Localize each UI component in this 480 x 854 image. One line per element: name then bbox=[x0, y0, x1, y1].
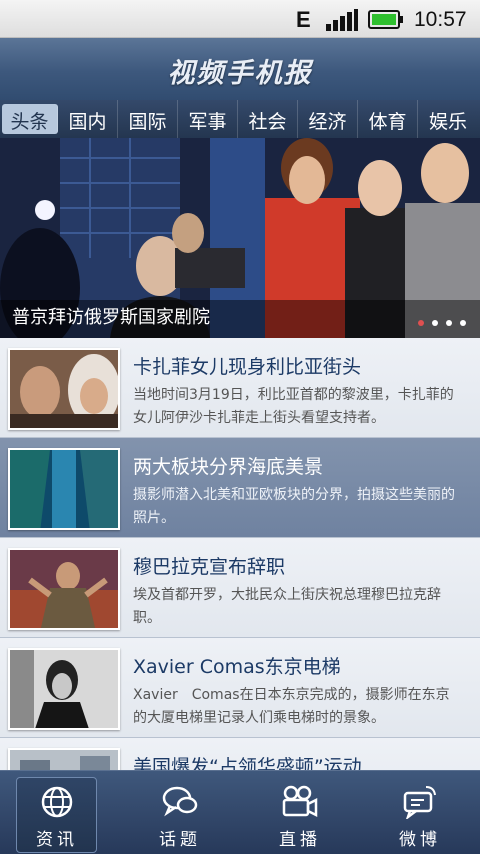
news-thumbnail bbox=[8, 648, 120, 730]
nav-label: 直播 bbox=[279, 830, 321, 850]
category-tabs: 头条 国内 国际 军事 社会 经济 体育 娱乐 bbox=[0, 100, 480, 138]
news-item[interactable]: 美国爆发“占领华盛顿”运动 bbox=[0, 738, 480, 770]
carousel-dot[interactable] bbox=[446, 320, 452, 326]
news-thumbnail bbox=[8, 448, 120, 530]
nav-news[interactable]: 资讯 bbox=[0, 771, 120, 854]
chat-bubbles-icon bbox=[162, 786, 198, 817]
news-summary: 当地时间3月19日，利比亚首都的黎波里，卡扎菲的女儿阿伊沙卡扎菲走上街头看望支持… bbox=[133, 387, 454, 426]
news-item[interactable]: 卡扎菲女儿现身利比亚街头 当地时间3月19日，利比亚首都的黎波里，卡扎菲的女儿阿… bbox=[0, 338, 480, 438]
news-title: Xavier Comas东京电梯 bbox=[133, 656, 341, 678]
news-title: 美国爆发“占领华盛顿”运动 bbox=[133, 756, 362, 770]
news-thumbnail bbox=[8, 748, 120, 770]
nav-label: 话题 bbox=[159, 830, 201, 850]
status-bar: E 10:57 bbox=[0, 0, 480, 38]
nav-live[interactable]: 直播 bbox=[240, 771, 360, 854]
news-item[interactable]: 穆巴拉克宣布辞职 埃及首都开罗，大批民众上街庆祝总理穆巴拉克辞职。 bbox=[0, 538, 480, 638]
tab-international[interactable]: 国际 bbox=[118, 100, 178, 138]
nav-microblog[interactable]: 微博 bbox=[360, 771, 480, 854]
news-item[interactable]: Xavier Comas东京电梯 Xavier Comas在日本东京完成的，摄影… bbox=[0, 638, 480, 738]
network-type-indicator: E bbox=[296, 7, 311, 32]
carousel-dot[interactable] bbox=[432, 320, 438, 326]
nav-label: 资讯 bbox=[36, 830, 78, 850]
featured-caption: 普京拜访俄罗斯国家剧院 bbox=[12, 307, 210, 328]
video-camera-icon bbox=[282, 785, 318, 818]
microblog-icon bbox=[403, 786, 436, 819]
news-title: 两大板块分界海底美景 bbox=[133, 456, 324, 478]
news-summary: 埃及首都开罗，大批民众上街庆祝总理穆巴拉克辞职。 bbox=[133, 587, 441, 626]
tab-entertainment[interactable]: 娱乐 bbox=[418, 100, 478, 138]
app-header: 视频手机报 bbox=[0, 38, 480, 100]
tab-military[interactable]: 军事 bbox=[178, 100, 238, 138]
signal-strength-icon bbox=[326, 9, 358, 31]
app-title: 视频手机报 bbox=[167, 58, 313, 89]
tab-domestic[interactable]: 国内 bbox=[58, 100, 118, 138]
news-summary: 摄影师潜入北美和亚欧板块的分界，拍摄这些美丽的照片。 bbox=[133, 487, 455, 526]
nav-topics[interactable]: 话题 bbox=[120, 771, 240, 854]
news-list[interactable]: 卡扎菲女儿现身利比亚街头 当地时间3月19日，利比亚首都的黎波里，卡扎菲的女儿阿… bbox=[0, 338, 480, 770]
bottom-navigation: 资讯 话题 直播 微博 bbox=[0, 770, 480, 854]
news-summary: Xavier Comas在日本东京完成的，摄影师在东京的大厦电梯里记录人们乘电梯… bbox=[133, 687, 450, 726]
tab-society[interactable]: 社会 bbox=[238, 100, 298, 138]
news-title: 卡扎菲女儿现身利比亚街头 bbox=[133, 356, 362, 378]
news-item[interactable]: 两大板块分界海底美景 摄影师潜入北美和亚欧板块的分界，拍摄这些美丽的照片。 bbox=[0, 438, 480, 538]
news-title: 穆巴拉克宣布辞职 bbox=[133, 556, 286, 578]
tab-economy[interactable]: 经济 bbox=[298, 100, 358, 138]
globe-icon bbox=[41, 786, 73, 818]
news-thumbnail bbox=[8, 348, 120, 430]
carousel-dot[interactable] bbox=[460, 320, 466, 326]
carousel-indicator[interactable] bbox=[418, 320, 466, 326]
news-thumbnail bbox=[8, 548, 120, 630]
tab-sports[interactable]: 体育 bbox=[358, 100, 418, 138]
carousel-dot[interactable] bbox=[418, 320, 424, 326]
clock: 10:57 bbox=[414, 8, 467, 31]
featured-banner[interactable]: 普京拜访俄罗斯国家剧院 bbox=[0, 138, 480, 338]
nav-label: 微博 bbox=[399, 830, 441, 850]
tab-headlines[interactable]: 头条 bbox=[2, 104, 58, 134]
battery-icon bbox=[368, 10, 403, 29]
